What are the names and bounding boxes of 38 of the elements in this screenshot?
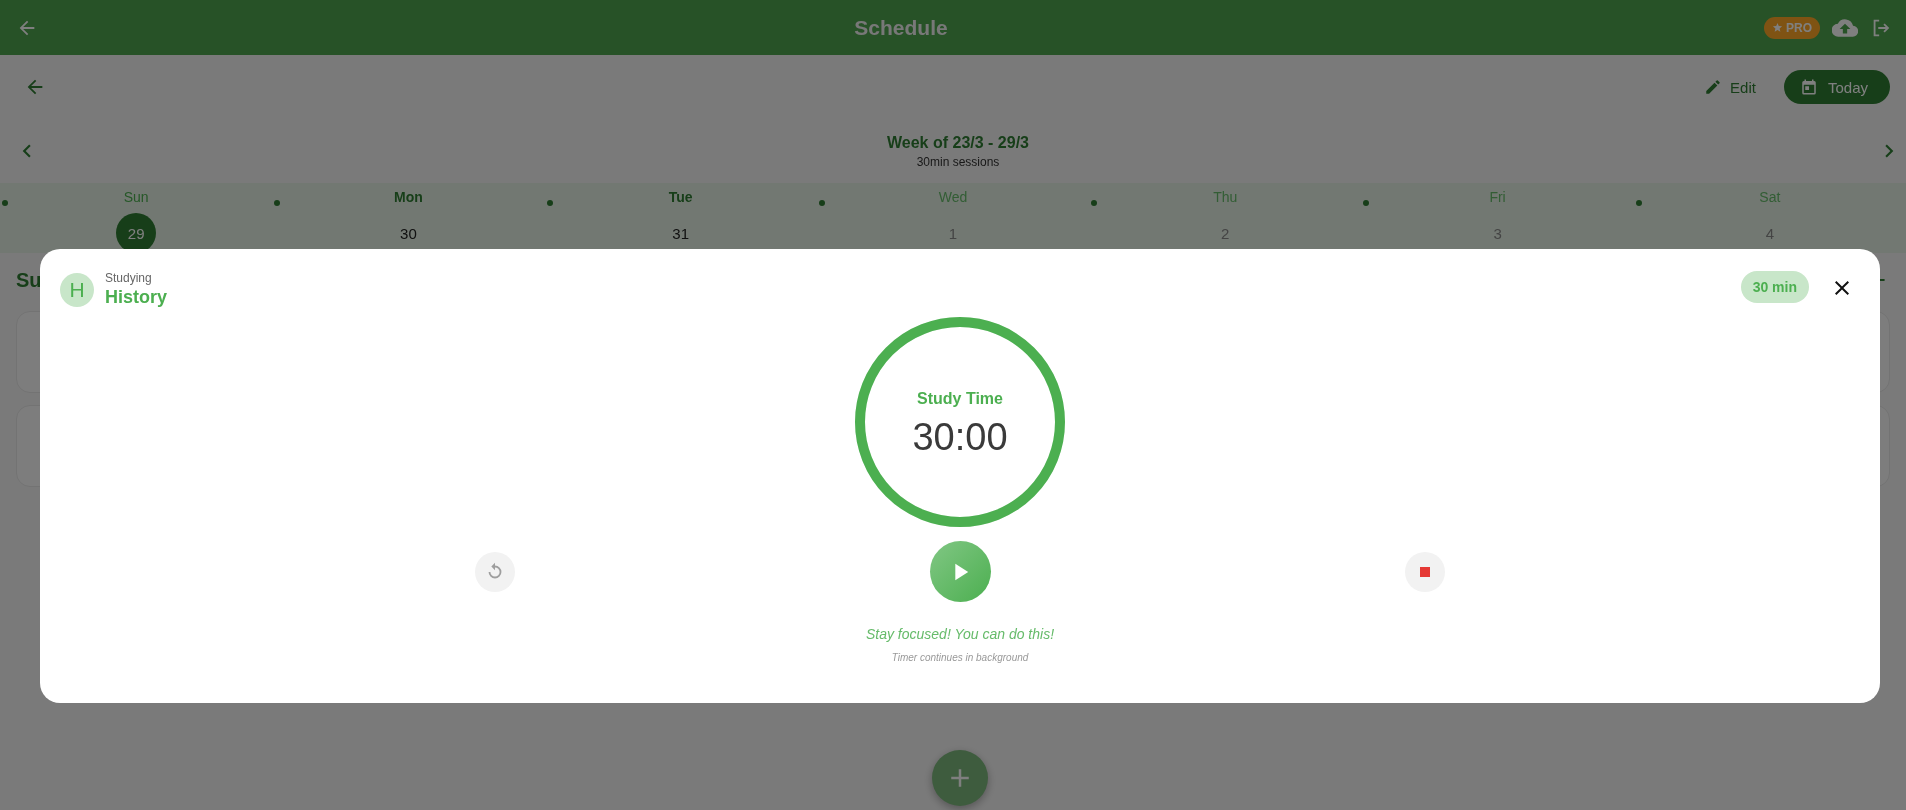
background-note: Timer continues in background — [891, 652, 1029, 663]
subject-title: History — [105, 287, 167, 308]
date-button[interactable]: 30 — [388, 213, 429, 253]
day-dot — [2, 200, 8, 206]
subject-avatar: H — [60, 273, 94, 307]
weekday-label: Sat — [1759, 189, 1781, 205]
weekday-label: Sun — [123, 189, 149, 205]
status-label: Studying — [105, 271, 153, 285]
today-button[interactable]: Today — [1783, 70, 1890, 104]
weekday-label: Fri — [1489, 189, 1506, 205]
week-title: Week of 23/3 - 29/3 — [887, 133, 1029, 152]
week-subtitle: 30min sessions — [916, 154, 1000, 169]
reset-button[interactable] — [475, 551, 515, 592]
weekday-label: Tue — [668, 189, 693, 205]
edit-button[interactable]: Edit — [1698, 77, 1762, 97]
section-heading: Su — [16, 268, 42, 292]
motivation-message: Stay focused! You can do this! — [865, 626, 1055, 642]
day-dot — [818, 200, 825, 206]
weekday-label: Wed — [938, 189, 968, 205]
day-dot — [1363, 200, 1370, 206]
app-title: Schedule — [853, 15, 949, 40]
date-button[interactable]: 31 — [660, 213, 701, 253]
calendar-icon — [1799, 78, 1818, 96]
pro-badge[interactable]: PRO — [1764, 16, 1820, 39]
day-dot — [546, 200, 553, 206]
star-icon — [1772, 22, 1783, 33]
weekday-label: Mon — [394, 189, 423, 205]
weekday-label: Thu — [1213, 189, 1238, 205]
timer-label: Study Time — [917, 389, 1003, 408]
add-session-button[interactable] — [932, 750, 988, 806]
duration-badge: 30 min — [1740, 271, 1809, 303]
day-dot — [1635, 200, 1642, 206]
stop-button[interactable] — [1405, 551, 1445, 592]
day-dot — [274, 200, 281, 206]
pencil-icon — [1704, 78, 1723, 96]
day-dot — [1091, 200, 1098, 206]
play-button[interactable] — [929, 541, 991, 602]
timer-value: 30:00 — [912, 415, 1008, 459]
